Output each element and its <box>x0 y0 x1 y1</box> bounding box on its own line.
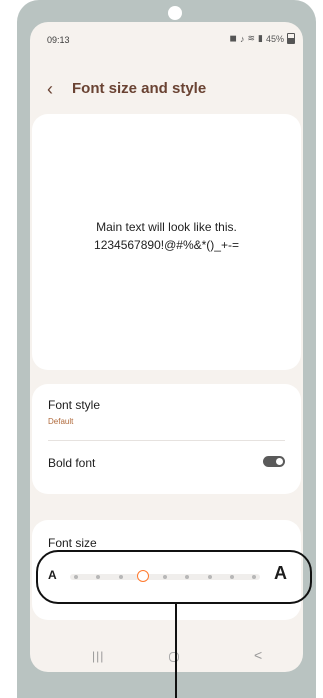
preview-text: Main text will look like this. <box>96 220 237 234</box>
home-button[interactable] <box>169 652 179 662</box>
battery-percent: 45% <box>265 33 284 44</box>
page-title: Font size and style <box>72 80 207 97</box>
preview-sample-chars: 1234567890!@#%&*()_+-= <box>94 238 239 252</box>
notification-icon: ◼ <box>229 33 237 43</box>
signal-icon: ▮ <box>258 33 263 43</box>
preview-card: Main text will look like this. 123456789… <box>32 114 301 370</box>
mute-icon: ♪ <box>239 33 245 44</box>
font-style-value: Default <box>48 417 74 426</box>
recents-button[interactable]: ||| <box>92 649 104 663</box>
camera-hole <box>168 6 182 20</box>
status-time: 09:13 <box>47 35 70 45</box>
annotation-pointer-line <box>175 604 177 698</box>
back-chevron-icon[interactable]: ‹ <box>47 78 53 100</box>
font-style-label: Font style <box>48 398 101 412</box>
slider-highlight-annotation <box>36 550 312 604</box>
wifi-icon: ≋ <box>247 33 256 43</box>
status-icons: ◼ ♪ ≋ ▮ 45% <box>229 33 295 44</box>
battery-icon <box>287 33 295 44</box>
back-button[interactable]: < <box>254 647 262 663</box>
header: ‹ Font size and style <box>30 78 303 102</box>
navigation-bar: ||| < <box>30 644 303 672</box>
status-bar: 09:13 ◼ ♪ ≋ ▮ 45% <box>30 22 303 52</box>
divider <box>48 440 285 441</box>
bold-font-label: Bold font <box>48 456 96 470</box>
bold-font-toggle[interactable] <box>263 456 285 467</box>
font-size-label: Font size <box>48 536 97 550</box>
options-card: Font style Default Bold font <box>32 384 301 494</box>
